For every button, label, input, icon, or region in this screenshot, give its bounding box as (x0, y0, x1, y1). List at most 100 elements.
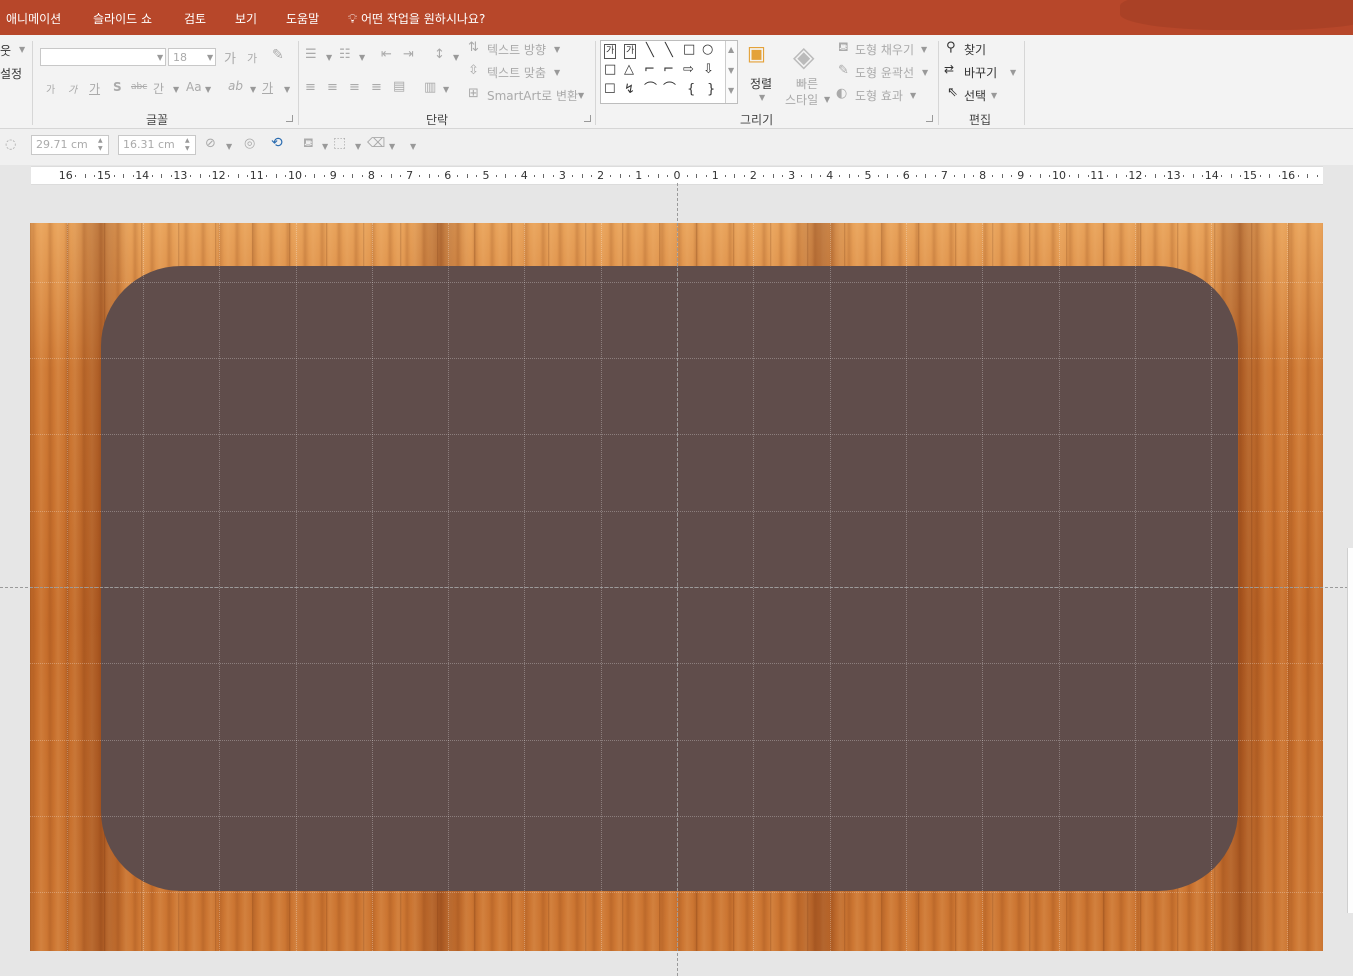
ruler-tick (304, 175, 306, 177)
ruler-tick (1269, 174, 1271, 178)
rounded-rectangle-shape[interactable] (101, 266, 1238, 891)
tab-animation[interactable]: 애니메이션 (6, 10, 61, 27)
dialog-launcher-icon[interactable] (926, 115, 933, 122)
scroll-up-icon[interactable]: ▲ (728, 45, 734, 54)
justify-icon[interactable]: ≡ (371, 80, 382, 95)
line-shape[interactable]: ╲ (646, 44, 654, 57)
ruler-tick (1259, 175, 1261, 177)
tab-review[interactable]: 검토 (184, 10, 206, 27)
ribbon-tab-bar: 애니메이션 슬라이드 쇼 검토 보기 도움말 💡︎ 어떤 작업을 원하시나요? (0, 0, 1353, 35)
ruler-tick (705, 175, 707, 177)
align-center-icon[interactable]: ≡ (327, 80, 338, 95)
char-spacing-button[interactable]: 간 (153, 80, 164, 97)
group-icon[interactable]: ◎ (244, 136, 255, 151)
smartart-icon: ⊞ (468, 86, 479, 101)
tell-me-box[interactable]: 💡︎ 어떤 작업을 원하시나요? (348, 10, 485, 27)
text-direction-button[interactable]: 텍스트 방향 (487, 41, 546, 58)
tab-help[interactable]: 도움말 (286, 10, 319, 27)
dialog-launcher-icon[interactable] (584, 115, 591, 122)
text-box-shape[interactable]: 가 (604, 44, 617, 59)
customize-toolbar-icon[interactable]: ▼ (410, 142, 416, 151)
quick-styles-label-1[interactable]: 빠른 (796, 75, 818, 92)
spin-down-icon[interactable]: ▼ (98, 145, 103, 152)
shadow-button[interactable]: S (113, 80, 122, 94)
shape-outline-button[interactable]: 도형 윤곽선 (855, 64, 914, 81)
align-right-icon[interactable]: ≡ (349, 80, 360, 95)
shapes-gallery[interactable]: 가 가 ╲ ╲ □ ○ □ △ ⌐ ⌐ ⇨ ⇩ ☐ ↯ ⌒ ⌒ { } ▲ ▼ … (600, 40, 738, 104)
align-left-icon[interactable]: ≡ (305, 80, 316, 95)
scroll-down-icon[interactable]: ▼ (728, 66, 734, 75)
font-name-input[interactable] (40, 48, 166, 66)
elbow-connector-shape[interactable]: ⌐ (644, 63, 655, 76)
down-arrow-shape[interactable]: ⇩ (703, 63, 714, 76)
tab-slideshow[interactable]: 슬라이드 쇼 (93, 10, 152, 27)
tab-view[interactable]: 보기 (235, 10, 257, 27)
curve-shape[interactable]: ⌒ (663, 83, 676, 96)
layout-button-partial[interactable]: 웃 (0, 42, 11, 59)
change-case-button[interactable]: Aa (186, 80, 202, 94)
shape-fill-button[interactable]: 도형 채우기 (855, 41, 914, 58)
edit-shape-icon[interactable]: ⟲ (271, 135, 283, 151)
vertical-scrollbar[interactable] (1347, 548, 1353, 913)
more-icon[interactable]: ▼ (728, 86, 734, 95)
bullets-icon[interactable]: ☰ (305, 47, 317, 62)
numbering-icon[interactable]: ☷ (339, 47, 351, 62)
replace-button[interactable]: 바꾸기 (964, 64, 997, 81)
convert-smartart-button[interactable]: SmartArt로 변환 (487, 87, 578, 104)
left-brace-shape[interactable]: { (687, 83, 695, 96)
right-brace-shape[interactable]: } (707, 83, 715, 96)
oval-shape[interactable]: ○ (702, 43, 713, 56)
right-arrow-shape[interactable]: ⇨ (683, 63, 694, 76)
shape-effects-button[interactable]: 도형 효과 (855, 87, 903, 104)
merge-shapes-icon[interactable]: ⊘ (205, 136, 216, 151)
arrange-button[interactable]: 정렬 (750, 75, 772, 92)
clear-format-icon[interactable]: ✎ (272, 47, 284, 63)
grow-font-button[interactable]: 가 (224, 48, 236, 67)
elbow-arrow-shape[interactable]: ⌐ (663, 63, 674, 76)
quick-styles-label-2[interactable]: 스타일 (785, 91, 818, 108)
freeform-shape[interactable]: ☐ (604, 83, 616, 96)
rotate-icon[interactable]: ◌ (5, 137, 16, 152)
distributed-icon[interactable]: ▤ (393, 79, 405, 94)
ruler-label: 16 (58, 169, 73, 182)
ruler-tick (342, 175, 344, 177)
shrink-font-button[interactable]: 가 (247, 50, 257, 66)
strikethrough-button[interactable]: abc (131, 82, 147, 92)
increase-indent-icon[interactable]: ⇥ (403, 47, 414, 62)
italic-button[interactable]: 가 (68, 81, 77, 96)
ruler-label: 14 (1204, 169, 1219, 182)
horizontal-guide[interactable] (0, 587, 1353, 588)
arrow-line-shape[interactable]: ╲ (665, 44, 673, 57)
columns-icon[interactable]: ▥ (424, 80, 436, 95)
reset-button-partial[interactable]: 설정 (0, 65, 22, 82)
fill-icon[interactable]: ⛾ (303, 136, 314, 153)
highlight-button[interactable]: ab (228, 79, 243, 93)
vertical-text-box-shape[interactable]: 가 (624, 44, 637, 59)
line-spacing-icon[interactable]: ↕ (434, 47, 445, 62)
decrease-indent-icon[interactable]: ⇤ (381, 47, 392, 62)
eraser-icon[interactable]: ⌫ (367, 136, 385, 151)
font-color-button[interactable]: 가 (262, 79, 273, 96)
scribble-shape[interactable]: ↯ (624, 83, 635, 96)
dialog-launcher-icon[interactable] (286, 115, 293, 122)
vertical-guide[interactable] (677, 183, 678, 976)
ruler-tick (466, 174, 468, 178)
ruler-tick (1278, 175, 1280, 177)
ruler-tick (495, 175, 497, 177)
bold-button[interactable]: 가 (46, 81, 55, 96)
spin-up-icon[interactable]: ▲ (185, 137, 190, 144)
align-text-button[interactable]: 텍스트 맞춤 (487, 64, 546, 81)
spin-down-icon[interactable]: ▼ (185, 145, 190, 152)
select-button[interactable]: 선택 (964, 87, 986, 104)
spin-up-icon[interactable]: ▲ (98, 137, 103, 144)
rounded-rect-shape[interactable]: □ (604, 63, 616, 76)
underline-button[interactable]: 가 (89, 80, 100, 97)
rectangle-shape[interactable]: □ (683, 43, 695, 56)
find-button[interactable]: 찾기 (964, 41, 986, 58)
triangle-shape[interactable]: △ (624, 63, 634, 76)
selection-pane-icon[interactable]: ⬚ (333, 135, 346, 151)
gallery-scrollbar[interactable]: ▲ ▼ ▼ (725, 41, 737, 103)
ruler-label: 4 (826, 169, 834, 182)
ruler-label: 9 (329, 169, 337, 182)
arc-shape[interactable]: ⌒ (644, 83, 657, 96)
